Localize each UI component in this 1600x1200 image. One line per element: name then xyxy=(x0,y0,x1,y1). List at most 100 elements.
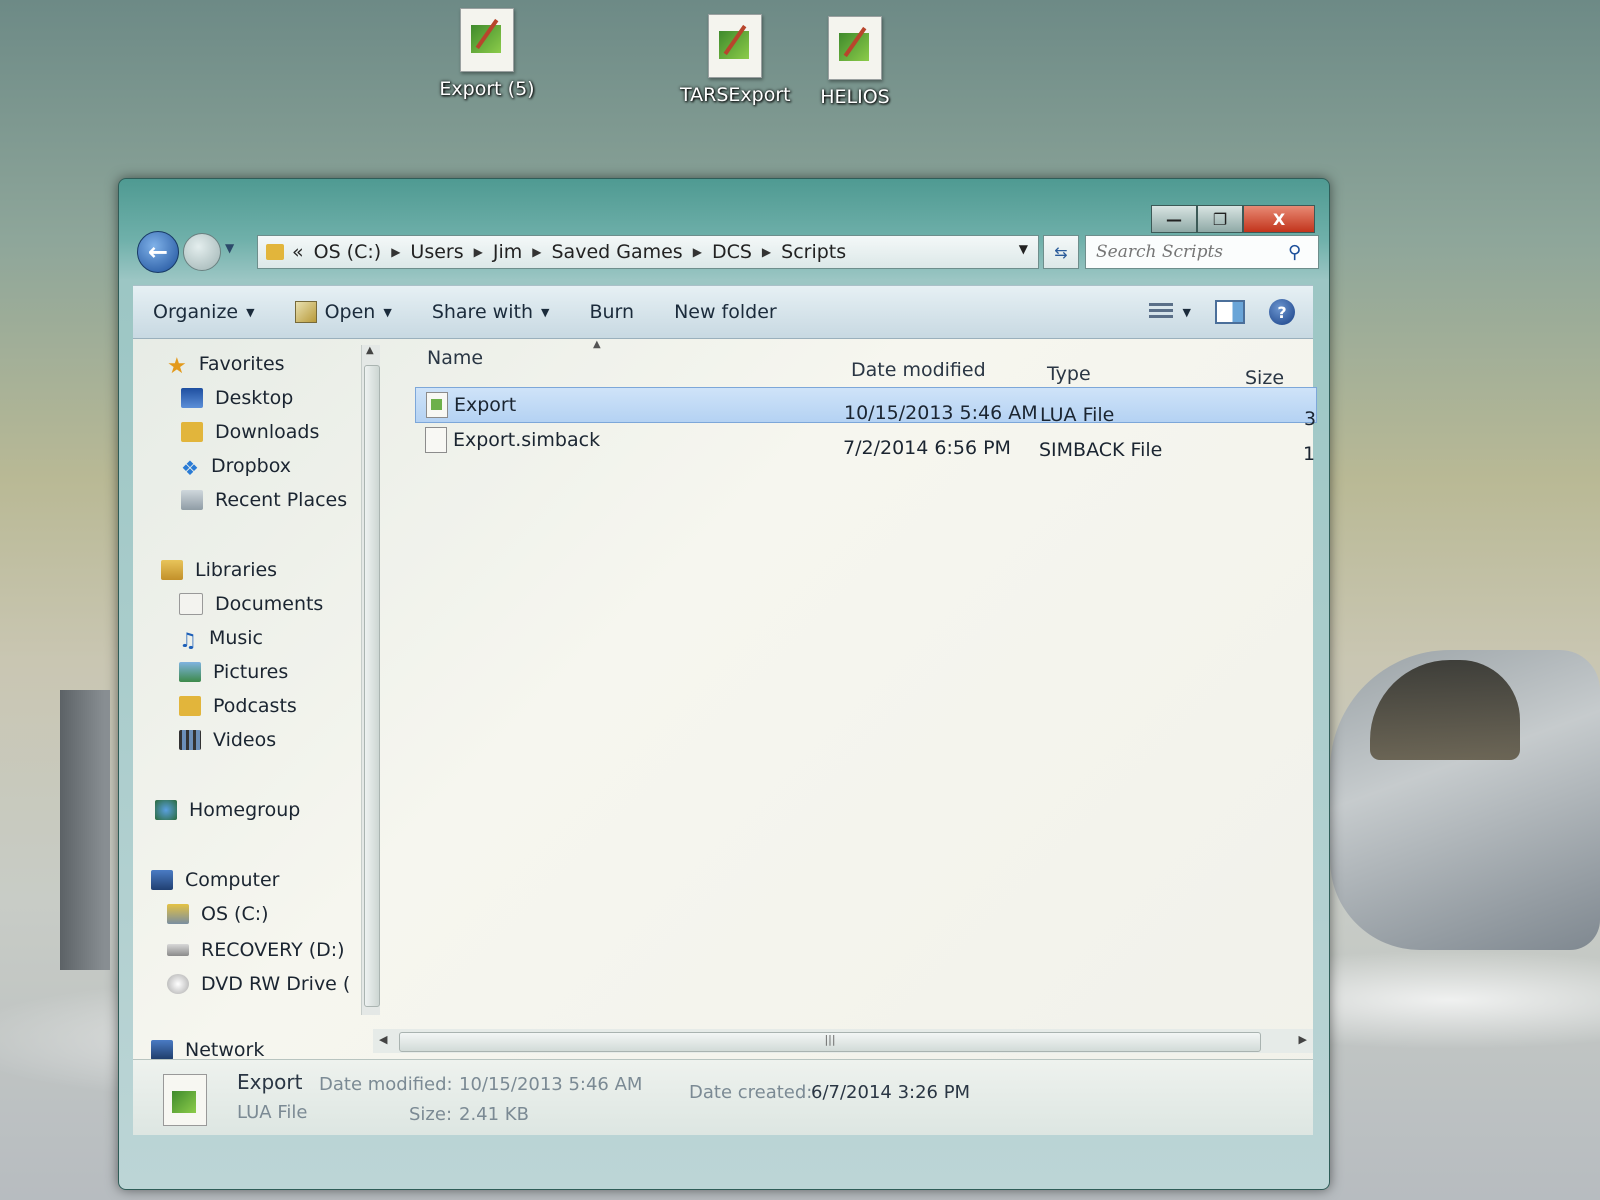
nav-homegroup[interactable]: Homegroup xyxy=(155,799,300,821)
drive-icon xyxy=(167,944,189,956)
nav-dvd-drive[interactable]: DVD RW Drive ( xyxy=(167,973,350,995)
file-row-export-simback[interactable]: Export.simback 7/2/2014 6:56 PM SIMBACK … xyxy=(415,423,1315,465)
help-icon[interactable]: ? xyxy=(1269,299,1295,325)
search-input[interactable] xyxy=(1086,241,1288,263)
search-icon[interactable]: ⚲ xyxy=(1288,242,1301,263)
breadcrumb-chevron-icon[interactable]: ▶ xyxy=(762,245,771,259)
scroll-left-icon[interactable]: ◀ xyxy=(379,1033,387,1046)
desktop-wallpaper-detail xyxy=(60,690,110,970)
breadcrumb-chevron-icon[interactable]: ▶ xyxy=(532,245,541,259)
computer-icon xyxy=(151,870,173,890)
breadcrumb-dcs[interactable]: DCS xyxy=(712,241,752,263)
lua-file-icon xyxy=(426,392,448,418)
nav-label: Recent Places xyxy=(215,489,348,511)
nav-dropbox[interactable]: ❖ Dropbox xyxy=(181,455,291,480)
desktop-icon-tarsexport[interactable]: TARSExport xyxy=(680,14,791,106)
desktop-icon xyxy=(181,388,203,408)
music-icon: ♫ xyxy=(179,628,197,652)
nav-os-c[interactable]: OS (C:) xyxy=(167,903,269,925)
open-button[interactable]: Open ▼ xyxy=(275,301,412,323)
nav-label: Podcasts xyxy=(213,695,297,717)
breadcrumb-jim[interactable]: Jim xyxy=(493,241,522,263)
scroll-right-icon[interactable]: ▶ xyxy=(1299,1033,1307,1046)
breadcrumb-saved-games[interactable]: Saved Games xyxy=(552,241,683,263)
share-with-button[interactable]: Share with ▼ xyxy=(412,301,570,323)
blank-file-icon xyxy=(425,427,447,453)
nav-label: Homegroup xyxy=(189,799,301,821)
recent-pages-dropdown[interactable]: ▼ xyxy=(225,241,234,255)
breadcrumb-scripts[interactable]: Scripts xyxy=(781,241,846,263)
navigation-scrollbar[interactable]: ▲ xyxy=(361,345,380,1015)
nav-libraries[interactable]: Libraries xyxy=(161,559,277,581)
nav-favorites[interactable]: ★ Favorites xyxy=(167,353,285,379)
file-date: 7/2/2014 6:56 PM xyxy=(843,437,1011,459)
file-size: 1 xyxy=(1303,443,1316,465)
scrollbar-thumb[interactable]: ||| xyxy=(399,1032,1261,1052)
breadcrumb-os-c[interactable]: OS (C:) xyxy=(314,241,382,263)
nav-label: Desktop xyxy=(215,387,294,409)
nav-label: Videos xyxy=(213,729,277,751)
scrollbar-thumb[interactable] xyxy=(364,365,380,1007)
nav-recovery-d[interactable]: RECOVERY (D:) xyxy=(167,939,345,961)
preview-pane-icon[interactable] xyxy=(1215,300,1245,324)
sort-ascending-icon: ▲ xyxy=(593,339,601,350)
homegroup-icon xyxy=(155,800,177,820)
file-name: Export xyxy=(454,394,517,416)
horizontal-scrollbar[interactable]: ◀ ||| ▶ xyxy=(373,1029,1313,1053)
navigation-bar: ← ▼ « OS (C:) ▶ Users ▶ Jim ▶ Saved Game… xyxy=(137,227,1319,273)
column-header-date-modified[interactable]: Date modified xyxy=(851,359,986,381)
nav-label: Music xyxy=(208,627,263,649)
chevron-down-icon: ▼ xyxy=(246,305,255,319)
videos-icon xyxy=(179,730,201,750)
details-size-value: 2.41 KB xyxy=(459,1104,529,1125)
file-row-export[interactable]: Export 10/15/2013 5:46 AM LUA File 3 xyxy=(415,387,1317,430)
details-file-type: LUA File xyxy=(237,1102,308,1123)
nav-label: Favorites xyxy=(198,353,285,375)
organize-button[interactable]: Organize ▼ xyxy=(133,301,275,323)
organize-label: Organize xyxy=(153,301,239,323)
desktop-icon-helios[interactable]: HELIOS xyxy=(800,16,910,108)
search-box[interactable]: ⚲ xyxy=(1085,235,1319,269)
breadcrumb-users[interactable]: Users xyxy=(410,241,463,263)
chevron-down-icon[interactable]: ▼ xyxy=(1183,306,1191,319)
back-button[interactable]: ← xyxy=(137,231,179,273)
column-header-name[interactable]: Name xyxy=(427,347,483,369)
nav-pictures[interactable]: Pictures xyxy=(179,661,288,683)
nav-music[interactable]: ♫ Music xyxy=(179,627,263,652)
breadcrumb-chevron-icon[interactable]: ▶ xyxy=(391,245,400,259)
column-header-size[interactable]: Size xyxy=(1245,367,1284,389)
address-bar[interactable]: « OS (C:) ▶ Users ▶ Jim ▶ Saved Games ▶ … xyxy=(257,235,1039,269)
breadcrumb-chevron-icon[interactable]: ▶ xyxy=(474,245,483,259)
dropbox-icon: ❖ xyxy=(181,456,199,480)
pictures-icon xyxy=(179,662,201,682)
new-folder-button[interactable]: New folder xyxy=(654,301,797,323)
nav-downloads[interactable]: Downloads xyxy=(181,421,319,443)
column-label: Name xyxy=(427,347,484,369)
address-dropdown-icon[interactable]: ▼ xyxy=(1019,242,1028,256)
refresh-icon: ⇆ xyxy=(1054,242,1068,262)
lua-file-icon xyxy=(163,1074,207,1126)
breadcrumb-chevron-icon[interactable]: ▶ xyxy=(693,245,702,259)
column-header-type[interactable]: Type xyxy=(1047,363,1091,385)
refresh-button[interactable]: ⇆ xyxy=(1043,235,1079,269)
network-icon xyxy=(151,1040,173,1060)
nav-desktop[interactable]: Desktop xyxy=(181,387,293,409)
explorer-window: — ❐ X ← ▼ « OS (C:) ▶ Users ▶ Jim ▶ Save… xyxy=(118,178,1330,1190)
breadcrumb-overflow[interactable]: « xyxy=(292,241,304,263)
lua-file-icon xyxy=(460,8,514,72)
nav-network[interactable]: Network xyxy=(151,1039,264,1061)
forward-button[interactable] xyxy=(183,233,221,271)
nav-computer[interactable]: Computer xyxy=(151,869,279,891)
nav-podcasts[interactable]: Podcasts xyxy=(179,695,297,717)
nav-recent-places[interactable]: Recent Places xyxy=(181,489,347,511)
nav-documents[interactable]: Documents xyxy=(179,593,323,615)
nav-videos[interactable]: Videos xyxy=(179,729,276,751)
desktop-icon-export-5[interactable]: Export (5) xyxy=(432,8,542,100)
scroll-up-icon[interactable]: ▲ xyxy=(366,345,374,356)
change-view-icon[interactable] xyxy=(1148,303,1173,321)
nav-label: OS (C:) xyxy=(201,903,269,925)
burn-button[interactable]: Burn xyxy=(569,301,654,323)
details-pane: Export LUA File Date modified: 10/15/201… xyxy=(133,1059,1313,1135)
chevron-down-icon: ▼ xyxy=(541,305,550,319)
star-icon: ★ xyxy=(167,354,187,379)
